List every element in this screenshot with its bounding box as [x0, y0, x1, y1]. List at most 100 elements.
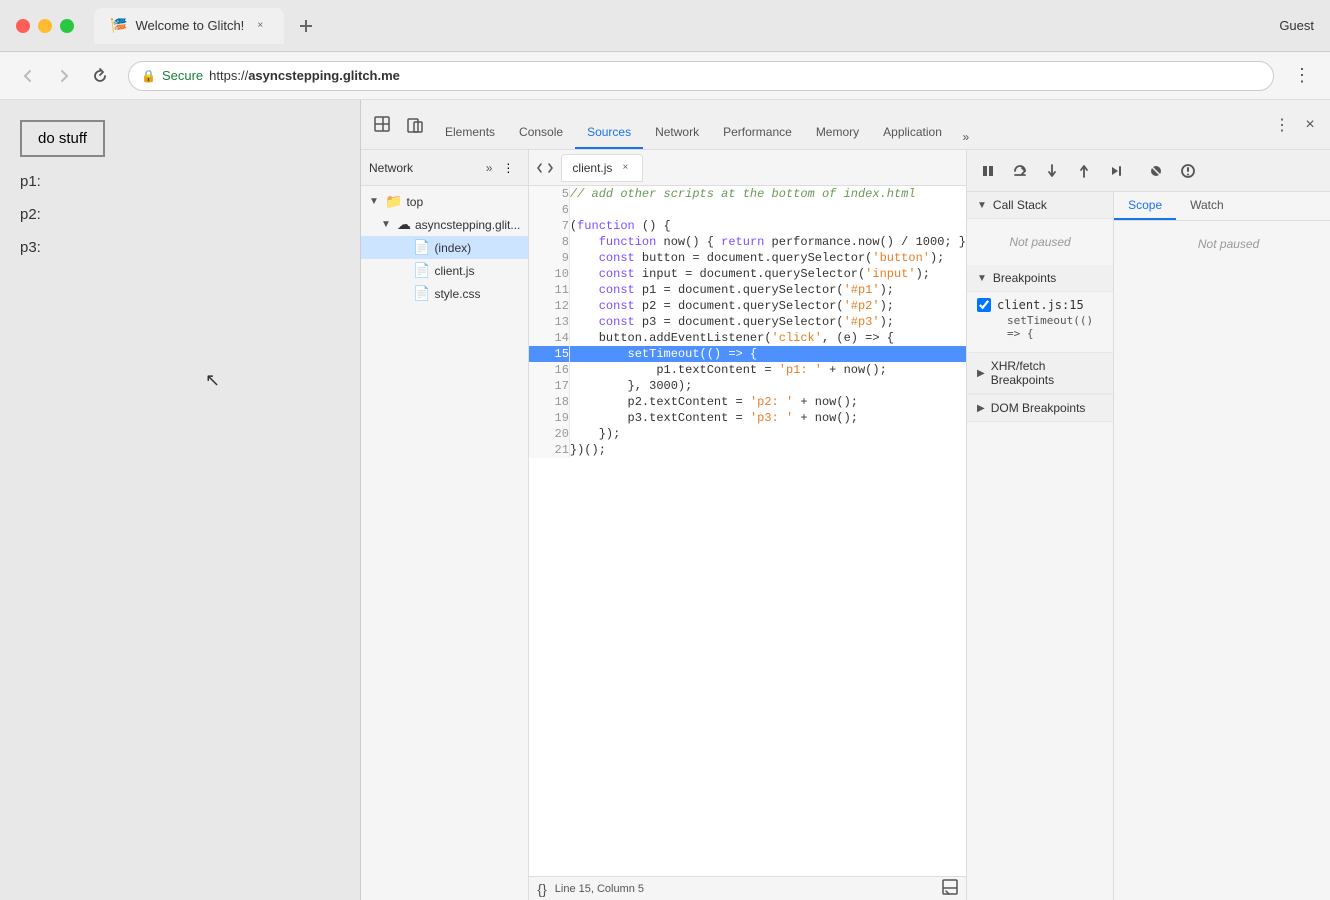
tree-label-index: (index) [434, 241, 471, 255]
tab-close-button[interactable]: × [252, 18, 268, 34]
new-tab-button[interactable] [292, 12, 320, 40]
tree-label-domain: asyncstepping.glit... [415, 218, 520, 232]
tab-performance[interactable]: Performance [711, 108, 804, 149]
code-line-17: 17 }, 3000); [529, 378, 966, 394]
back-button[interactable] [12, 60, 44, 92]
line-number-6[interactable]: 6 [529, 202, 569, 218]
devtools-body: Network » ⋮ ▼ 📁 top ▼ ☁ asyncstepping.gl… [361, 150, 1330, 900]
dom-label: DOM Breakpoints [991, 401, 1086, 415]
address-url: https://asyncstepping.glitch.me [209, 68, 400, 83]
file-tree-menu-button[interactable]: ⋮ [496, 156, 520, 180]
line-number-12[interactable]: 12 [529, 298, 569, 314]
maximize-traffic-light[interactable] [60, 19, 74, 33]
line-content-17: }, 3000); [569, 378, 966, 394]
device-toolbar-button[interactable] [401, 111, 429, 139]
close-traffic-light[interactable] [16, 19, 30, 33]
step-button[interactable] [1103, 158, 1129, 184]
line-number-11[interactable]: 11 [529, 282, 569, 298]
code-line-21: 21})(); [529, 442, 966, 458]
line-number-15[interactable]: 15 [529, 346, 569, 362]
cursor-position: Line 15, Column 5 [555, 883, 934, 895]
watch-tab[interactable]: Watch [1176, 192, 1238, 220]
line-number-10[interactable]: 10 [529, 266, 569, 282]
pause-button[interactable] [975, 158, 1001, 184]
file-tree-more-button[interactable]: » [486, 161, 493, 175]
step-over-button[interactable] [1007, 158, 1033, 184]
line-number-5[interactable]: 5 [529, 186, 569, 202]
code-tab-close-button[interactable]: × [618, 161, 632, 175]
p2-label: p2: [20, 206, 340, 223]
tab-application[interactable]: Application [871, 108, 954, 149]
devtools-tabs: Elements Console Sources Network Perform… [433, 100, 1266, 149]
breakpoint-item: client.js:15 setTimeout(() => { [967, 292, 1113, 352]
pause-on-exceptions-button[interactable] [1175, 158, 1201, 184]
line-number-20[interactable]: 20 [529, 426, 569, 442]
breakpoint-file: client.js:15 [997, 298, 1084, 312]
guest-label: Guest [1279, 18, 1314, 33]
tree-item-top[interactable]: ▼ 📁 top [361, 190, 528, 213]
code-line-11: 11 const p1 = document.querySelector('#p… [529, 282, 966, 298]
code-editor[interactable]: 5// add other scripts at the bottom of i… [529, 186, 966, 876]
tree-arrow-domain: ▼ [381, 219, 393, 230]
minimize-traffic-light[interactable] [38, 19, 52, 33]
xhr-breakpoints-header[interactable]: ▶ XHR/fetch Breakpoints [967, 353, 1113, 394]
debug-scope-panel: Scope Watch Not paused [1113, 192, 1330, 900]
forward-button[interactable] [48, 60, 80, 92]
xhr-label: XHR/fetch Breakpoints [991, 359, 1103, 387]
p1-label: p1: [20, 173, 340, 190]
code-line-13: 13 const p3 = document.querySelector('#p… [529, 314, 966, 330]
dom-arrow: ▶ [977, 403, 985, 414]
breakpoints-header[interactable]: ▼ Breakpoints [967, 265, 1113, 292]
cloud-icon: ☁ [397, 216, 411, 233]
dom-breakpoints-header[interactable]: ▶ DOM Breakpoints [967, 395, 1113, 422]
tree-item-index[interactable]: 📄 (index) [361, 236, 528, 259]
reload-button[interactable] [84, 60, 116, 92]
tab-memory[interactable]: Memory [804, 108, 871, 149]
console-toggle-button[interactable] [942, 879, 958, 898]
tab-elements[interactable]: Elements [433, 108, 507, 149]
line-number-9[interactable]: 9 [529, 250, 569, 266]
code-back-button[interactable] [533, 156, 557, 180]
line-number-8[interactable]: 8 [529, 234, 569, 250]
scope-tab[interactable]: Scope [1114, 192, 1176, 220]
line-number-13[interactable]: 13 [529, 314, 569, 330]
do-stuff-button[interactable]: do stuff [20, 120, 105, 157]
breakpoint-checkbox-label[interactable]: client.js:15 [977, 298, 1103, 312]
code-tab-clientjs[interactable]: client.js × [561, 154, 643, 182]
devtools-more-tabs[interactable]: » [954, 125, 978, 149]
line-number-21[interactable]: 21 [529, 442, 569, 458]
code-line-8: 8 function now() { return performance.no… [529, 234, 966, 250]
step-out-button[interactable] [1071, 158, 1097, 184]
breakpoint-checkbox[interactable] [977, 298, 991, 312]
line-number-16[interactable]: 16 [529, 362, 569, 378]
pretty-print-button[interactable]: {} [537, 881, 546, 897]
tab-sources[interactable]: Sources [575, 108, 643, 149]
line-number-17[interactable]: 17 [529, 378, 569, 394]
tree-item-clientjs[interactable]: 📄 client.js [361, 259, 528, 282]
scope-tabs: Scope Watch [1114, 192, 1330, 221]
call-stack-header[interactable]: ▼ Call Stack [967, 192, 1113, 219]
step-into-button[interactable] [1039, 158, 1065, 184]
devtools-menu-button[interactable]: ⋮ [1270, 113, 1294, 137]
line-number-14[interactable]: 14 [529, 330, 569, 346]
inspect-element-button[interactable] [369, 111, 397, 139]
line-number-7[interactable]: 7 [529, 218, 569, 234]
devtools-close-button[interactable]: × [1298, 113, 1322, 137]
browser-menu-button[interactable]: ⋮ [1286, 60, 1318, 92]
html-file-icon: 📄 [413, 239, 430, 256]
address-bar[interactable]: 🔒 Secure https://asyncstepping.glitch.me [128, 61, 1274, 91]
line-number-18[interactable]: 18 [529, 394, 569, 410]
tree-label-top: top [406, 195, 423, 209]
deactivate-breakpoints-button[interactable] [1143, 158, 1169, 184]
code-table: 5// add other scripts at the bottom of i… [529, 186, 966, 458]
tree-item-stylecss[interactable]: 📄 style.css [361, 282, 528, 305]
code-panel: client.js × 5// add other scripts at the… [529, 150, 966, 900]
code-tab-label: client.js [572, 161, 612, 175]
tab-network[interactable]: Network [643, 108, 711, 149]
tree-item-domain[interactable]: ▼ ☁ asyncstepping.glit... [361, 213, 528, 236]
code-line-19: 19 p3.textContent = 'p3: ' + now(); [529, 410, 966, 426]
line-number-19[interactable]: 19 [529, 410, 569, 426]
title-bar: 🎏 Welcome to Glitch! × Guest [0, 0, 1330, 52]
tab-console[interactable]: Console [507, 108, 575, 149]
browser-tab[interactable]: 🎏 Welcome to Glitch! × [94, 8, 284, 44]
